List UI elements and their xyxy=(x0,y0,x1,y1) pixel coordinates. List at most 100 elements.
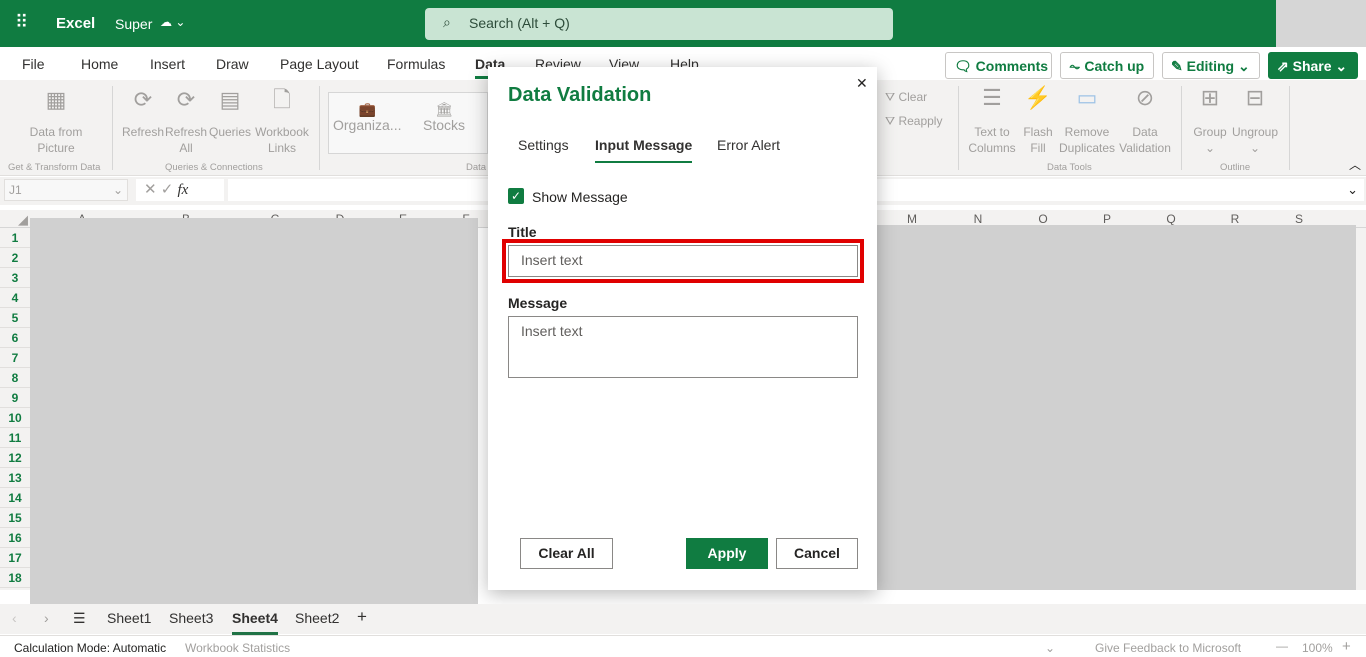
sheet-tab[interactable]: Sheet2 xyxy=(295,610,339,626)
tab-page-layout[interactable]: Page Layout xyxy=(280,56,359,72)
tab-formulas[interactable]: Formulas xyxy=(387,56,445,72)
refresh-icon: ⟳ xyxy=(133,87,153,112)
vertical-scrollbar[interactable] xyxy=(1356,228,1366,590)
fx-icon[interactable]: fx xyxy=(178,182,189,198)
chevron-down-icon[interactable]: ⌄ xyxy=(1045,641,1055,655)
row-header[interactable]: 1 xyxy=(0,228,30,248)
row-header[interactable]: 4 xyxy=(0,288,30,308)
next-sheet-icon[interactable]: › xyxy=(44,610,49,626)
close-icon[interactable]: ✕ xyxy=(856,75,868,92)
tab-settings[interactable]: Settings xyxy=(518,137,569,153)
sheet-tab-active[interactable]: Sheet4 xyxy=(232,610,278,635)
row-header[interactable]: 16 xyxy=(0,528,30,548)
collapse-ribbon-icon[interactable]: ︿ xyxy=(1349,156,1361,173)
tab-file[interactable]: File xyxy=(22,56,45,72)
ungroup-button[interactable]: ⊟ Ungroup ⌄ xyxy=(1230,87,1280,156)
apply-button[interactable]: Apply xyxy=(686,538,768,569)
row-header[interactable]: 11 xyxy=(0,428,30,448)
select-all-icon[interactable]: ◢ xyxy=(18,212,28,228)
refresh-all-button[interactable]: ⟳ Refresh All xyxy=(165,87,207,156)
briefcase-icon: 💼 xyxy=(358,101,376,117)
row-header[interactable]: 14 xyxy=(0,488,30,508)
share-button[interactable]: ⇗ Share ⌄ xyxy=(1268,52,1358,79)
tab-draw[interactable]: Draw xyxy=(216,56,249,72)
chevron-down-icon[interactable]: ☁ ⌄ xyxy=(160,15,185,29)
organization-button[interactable]: 💼 Organiza... xyxy=(333,101,401,133)
workbook-links-button[interactable]: 🗋 Workbook Links xyxy=(253,87,311,156)
row-header[interactable]: 8 xyxy=(0,368,30,388)
clear-all-button[interactable]: Clear All xyxy=(520,538,613,569)
queries-button[interactable]: ▤ Queries xyxy=(208,89,252,140)
prev-sheet-icon[interactable]: ‹ xyxy=(12,610,17,626)
comments-button[interactable]: 🗨 Comments xyxy=(945,52,1052,79)
cancel-icon[interactable]: ✕ xyxy=(144,181,157,198)
message-textarea[interactable]: Insert text xyxy=(508,316,858,378)
row-header[interactable]: 9 xyxy=(0,388,30,408)
filter-clear-icon: ⛛ xyxy=(885,90,896,104)
reapply-button[interactable]: ⛛ Reapply xyxy=(885,113,942,129)
tab-insert[interactable]: Insert xyxy=(150,56,185,72)
row-header[interactable]: 15 xyxy=(0,508,30,528)
row-header[interactable]: 18 xyxy=(0,568,30,588)
all-sheets-menu-icon[interactable]: ☰ xyxy=(73,610,86,627)
show-message-checkbox[interactable]: ✓ xyxy=(508,188,524,204)
data-from-picture-button[interactable]: ▦ Data from Picture xyxy=(20,89,92,156)
tab-error-alert[interactable]: Error Alert xyxy=(717,137,780,153)
refresh-all-icon: ⟳ xyxy=(176,87,196,112)
zoom-in-icon[interactable]: + xyxy=(1342,638,1351,655)
column-header[interactable]: O xyxy=(1033,212,1053,226)
editing-button[interactable]: ✎ Editing ⌄ xyxy=(1162,52,1260,79)
group-button[interactable]: ⊞ Group ⌄ xyxy=(1190,87,1230,156)
title-input[interactable]: Insert text xyxy=(508,245,858,277)
workbook-statistics[interactable]: Workbook Statistics xyxy=(185,641,290,655)
file-name[interactable]: Super xyxy=(115,16,152,32)
check-icon[interactable]: ✓ xyxy=(161,181,174,198)
message-label: Message xyxy=(508,295,568,311)
comments-label: Comments xyxy=(975,58,1049,74)
catch-up-button[interactable]: ⏦ Catch up xyxy=(1060,52,1154,79)
sheet-tab[interactable]: Sheet3 xyxy=(169,610,213,626)
tab-input-message[interactable]: Input Message xyxy=(595,137,693,163)
text-to-columns-icon: ☰ xyxy=(982,85,1002,110)
name-box[interactable]: J1 ⌄ xyxy=(4,179,128,201)
row-header[interactable]: 7 xyxy=(0,348,30,368)
refresh-button[interactable]: ⟳ Refresh xyxy=(122,87,164,140)
search-input[interactable]: ⌕ Search (Alt + Q) xyxy=(425,8,893,40)
clear-button[interactable]: ⛛ Clear xyxy=(885,89,927,105)
divider xyxy=(319,86,320,170)
feedback-link[interactable]: Give Feedback to Microsoft xyxy=(1095,641,1241,655)
column-header[interactable]: P xyxy=(1097,212,1117,226)
row-header[interactable]: 17 xyxy=(0,548,30,568)
sheet-tab[interactable]: Sheet1 xyxy=(107,610,151,626)
tab-home[interactable]: Home xyxy=(81,56,118,72)
row-header[interactable]: 13 xyxy=(0,468,30,488)
zoom-level[interactable]: 100% xyxy=(1302,641,1333,655)
column-header[interactable]: N xyxy=(968,212,988,226)
flash-fill-button[interactable]: ⚡ Flash Fill xyxy=(1020,87,1056,156)
column-header[interactable]: R xyxy=(1225,212,1245,226)
cancel-button[interactable]: Cancel xyxy=(776,538,858,569)
add-sheet-icon[interactable]: + xyxy=(357,607,367,627)
row-header[interactable]: 12 xyxy=(0,448,30,468)
row-header[interactable]: 3 xyxy=(0,268,30,288)
remove-duplicates-button[interactable]: ▭ Remove Duplicates xyxy=(1058,87,1116,156)
column-header[interactable]: M xyxy=(902,212,922,226)
row-header[interactable]: 5 xyxy=(0,308,30,328)
data-validation-button[interactable]: ⊘ Data Validation xyxy=(1117,87,1173,156)
row-header[interactable]: 6 xyxy=(0,328,30,348)
app-name[interactable]: Excel xyxy=(56,15,95,32)
column-header[interactable]: S xyxy=(1289,212,1309,226)
row-header[interactable]: 10 xyxy=(0,408,30,428)
row-header[interactable]: 2 xyxy=(0,248,30,268)
calculation-mode[interactable]: Calculation Mode: Automatic xyxy=(14,641,166,655)
column-header[interactable]: Q xyxy=(1161,212,1181,226)
link-icon: 🗋 xyxy=(273,87,291,112)
app-launcher-icon[interactable]: ⠿ xyxy=(15,12,28,33)
share-icon: ⇗ xyxy=(1277,58,1289,74)
title-label: Title xyxy=(508,224,537,240)
row-headers: 1 2 3 4 5 6 7 8 9 10 11 12 13 14 15 16 17 18 xyxy=(0,228,30,590)
stocks-button[interactable]: 🏛 Stocks xyxy=(423,101,465,133)
text-to-columns-button[interactable]: ☰ Text to Columns xyxy=(966,85,1018,156)
grid-overlay-right xyxy=(876,225,1356,590)
zoom-out-icon[interactable]: — xyxy=(1276,639,1288,653)
